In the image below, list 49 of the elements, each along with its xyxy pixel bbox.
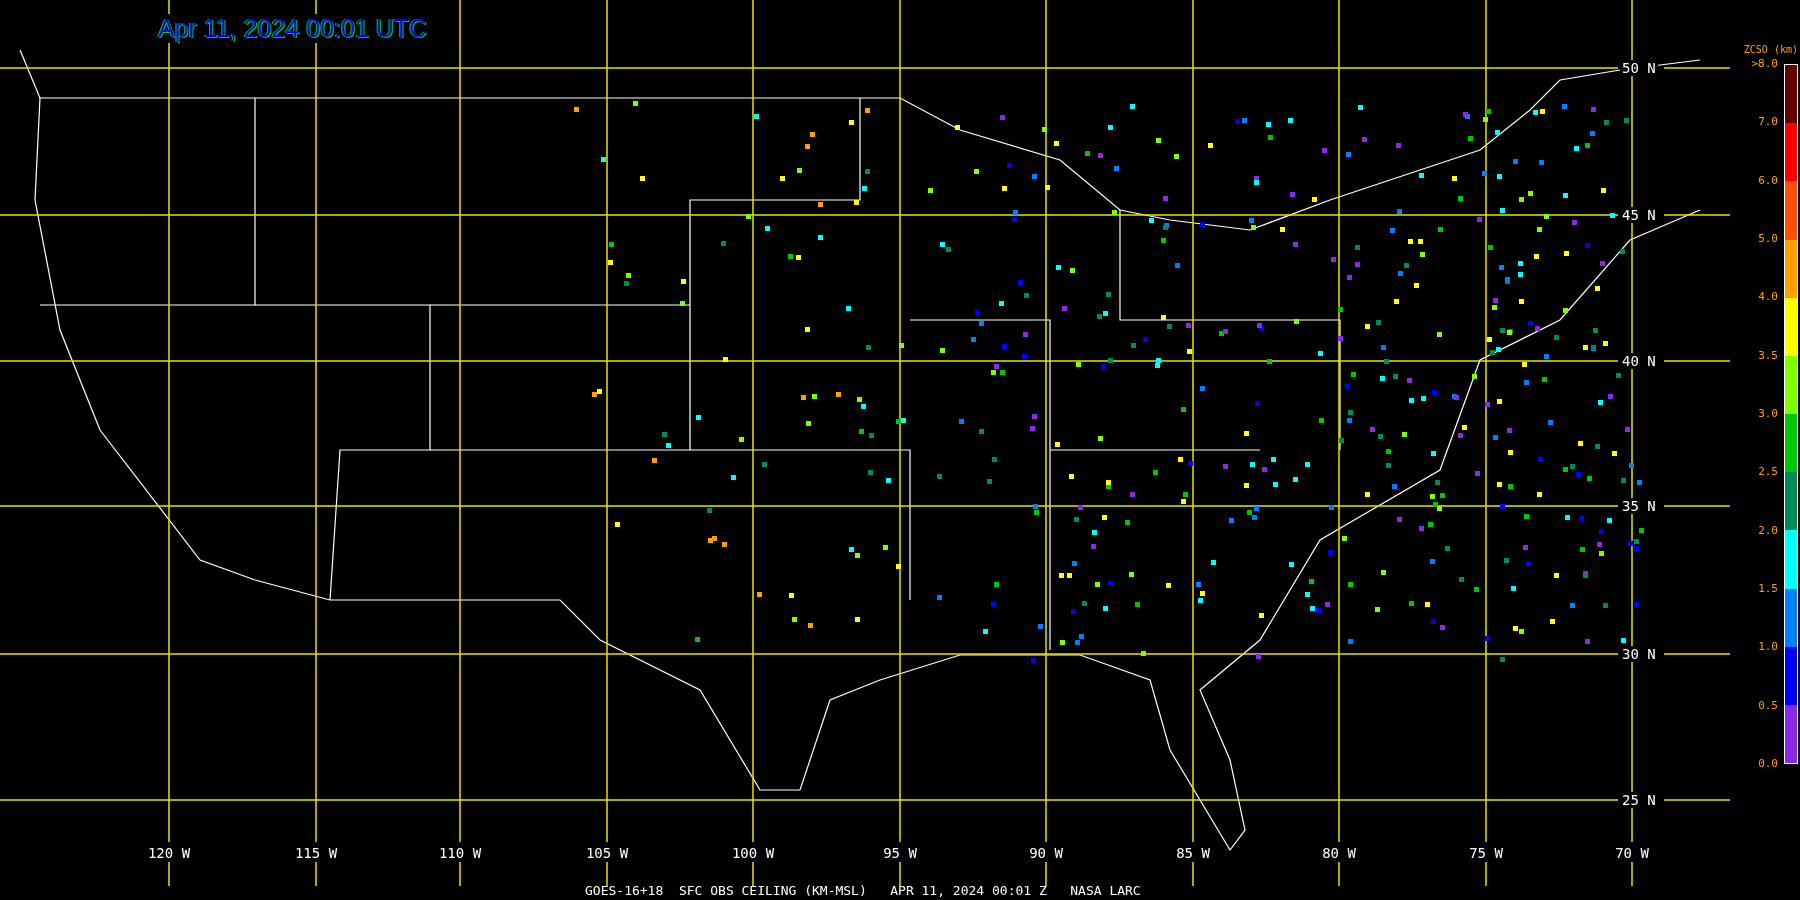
latitude-label: 35 N <box>1620 498 1658 514</box>
longitude-line <box>899 861 901 887</box>
longitude-label: 120 W <box>147 845 191 861</box>
latitude-line <box>1663 214 1731 216</box>
longitude-label: 85 W <box>1175 845 1211 861</box>
legend-label: 1.0 <box>1758 641 1778 654</box>
latitude-label: 30 N <box>1620 646 1658 662</box>
legend-label: 6.0 <box>1758 174 1778 187</box>
longitude-line <box>1485 861 1487 887</box>
latitude-line <box>1663 653 1731 655</box>
latitude-label: 25 N <box>1620 792 1658 808</box>
longitude-line <box>1045 861 1047 887</box>
legend-label: 2.5 <box>1758 466 1778 479</box>
longitude-label: 110 W <box>438 845 482 861</box>
latitude-label: 40 N <box>1620 353 1658 369</box>
longitude-line <box>1631 861 1633 887</box>
legend-title: ZCSO (km) <box>1743 44 1798 56</box>
latitude-label: 50 N <box>1620 60 1658 76</box>
legend-label: 0.5 <box>1758 699 1778 712</box>
legend-label: 7.0 <box>1758 116 1778 129</box>
longitude-label: 95 W <box>882 845 918 861</box>
latitude-line <box>1663 505 1731 507</box>
longitude-line <box>752 861 754 887</box>
longitude-line <box>1192 861 1194 887</box>
longitude-line <box>315 861 317 887</box>
longitude-label: 70 W <box>1614 845 1650 861</box>
longitude-line <box>606 861 608 887</box>
longitude-label: 90 W <box>1028 845 1064 861</box>
legend-label: 1.5 <box>1758 583 1778 595</box>
legend-label: 5.0 <box>1758 233 1778 245</box>
legend-label: 0.0 <box>1758 758 1778 770</box>
legend-label: 4.0 <box>1758 291 1778 304</box>
legend-label: 3.0 <box>1758 408 1778 420</box>
latitude-line <box>1663 67 1731 69</box>
legend-label: 3.5 <box>1758 349 1778 362</box>
longitude-line <box>168 861 170 887</box>
legend-label: 2.0 <box>1758 524 1778 537</box>
longitude-label: 115 W <box>294 845 338 861</box>
longitude-line <box>459 861 461 887</box>
latitude-label: 45 N <box>1620 207 1658 223</box>
latitude-line <box>1663 360 1731 362</box>
longitude-label: 80 W <box>1321 845 1357 861</box>
longitude-label: 105 W <box>585 845 629 861</box>
longitude-label: 100 W <box>731 845 775 861</box>
footer-caption: GOES-16+18 SFC OBS CEILING (KM-MSL) APR 11, 2024 00:01 Z NASA LARC <box>585 883 1141 899</box>
latitude-line <box>1663 799 1731 801</box>
longitude-line <box>1338 861 1340 887</box>
legend-label: >8.0 <box>1751 58 1778 70</box>
longitude-label: 75 W <box>1468 845 1504 861</box>
